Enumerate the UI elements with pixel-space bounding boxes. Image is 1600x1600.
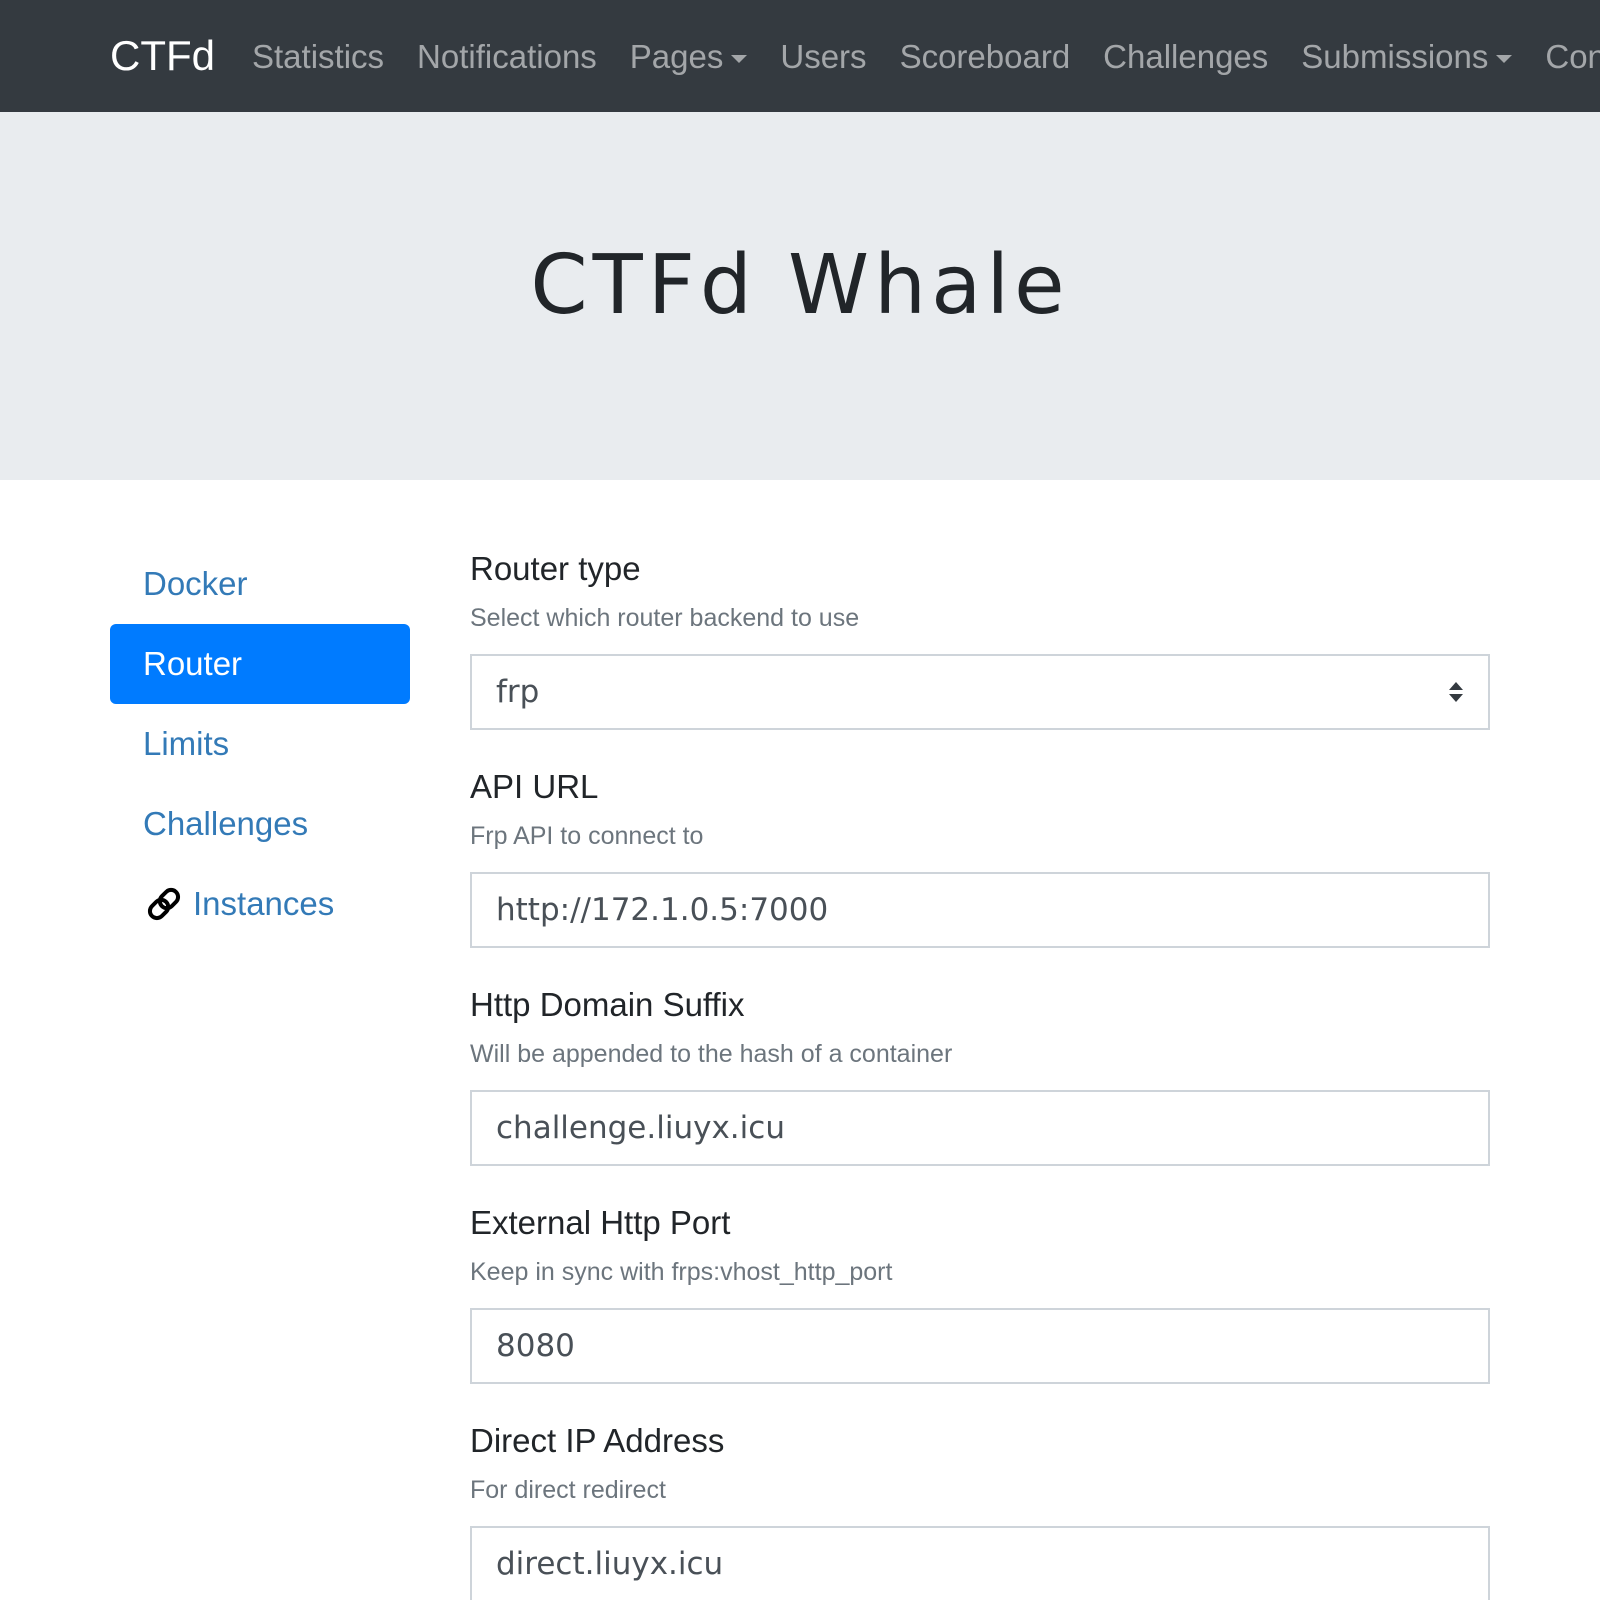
api-url-group: API URL Frp API to connect to http://172…: [470, 766, 1490, 984]
sidebar-item-label: Docker: [143, 565, 248, 602]
api-url-help: Frp API to connect to: [470, 822, 704, 850]
sidebar-item-label: Instances: [193, 885, 335, 922]
router-type-value: frp: [496, 674, 540, 710]
brand-link[interactable]: CTFd: [110, 32, 215, 80]
router-type-label: Router type: [470, 550, 641, 587]
nav-label: Scoreboard: [899, 38, 1071, 75]
router-type-group: Router type Select which router backend …: [470, 548, 1490, 766]
nav-scoreboard[interactable]: Scoreboard: [900, 36, 1071, 78]
direct-ip-label: Direct IP Address: [470, 1422, 725, 1459]
page-title: CTFd Whale: [530, 238, 1070, 333]
nav-label: Submissions: [1301, 38, 1489, 75]
caret-down-icon: [1496, 55, 1513, 63]
sidebar-item-challenges[interactable]: Challenges: [110, 784, 410, 864]
nav-submissions-dropdown[interactable]: Submissions: [1301, 36, 1513, 78]
sidebar-item-limits[interactable]: Limits: [110, 704, 410, 784]
router-settings-form: Router type Select which router backend …: [470, 548, 1490, 1600]
nav-label: Config: [1545, 38, 1600, 75]
sidebar-item-label: Limits: [143, 725, 230, 762]
caret-down-icon: [731, 55, 748, 63]
nav-label: Statistics: [252, 38, 385, 75]
select-arrows-icon: [1449, 682, 1463, 702]
router-type-help: Select which router backend to use: [470, 604, 860, 632]
external-http-port-group: External Http Port Keep in sync with frp…: [470, 1202, 1490, 1420]
settings-sidebar: Docker Router Limits Challenges Instance…: [110, 544, 410, 944]
sidebar-item-router[interactable]: Router: [110, 624, 410, 704]
sidebar-item-docker[interactable]: Docker: [110, 544, 410, 624]
http-domain-suffix-label: Http Domain Suffix: [470, 986, 745, 1023]
api-url-value: http://172.1.0.5:7000: [496, 892, 829, 928]
api-url-input[interactable]: http://172.1.0.5:7000: [470, 872, 1490, 948]
external-http-port-value: 8080: [496, 1328, 575, 1364]
direct-ip-help: For direct redirect: [470, 1476, 666, 1504]
nav-pages-dropdown[interactable]: Pages: [630, 36, 748, 78]
page-header: CTFd Whale: [0, 112, 1600, 480]
nav-menu: Statistics Notifications Pages Users Sco…: [252, 36, 1600, 78]
nav-users[interactable]: Users: [780, 36, 866, 78]
nav-statistics[interactable]: Statistics: [252, 36, 384, 78]
router-type-select[interactable]: frp: [470, 654, 1490, 730]
nav-label: Users: [780, 38, 867, 75]
http-domain-suffix-input[interactable]: challenge.liuyx.icu: [470, 1090, 1490, 1166]
direct-ip-group: Direct IP Address For direct redirect di…: [470, 1420, 1490, 1600]
nav-label: Pages: [629, 38, 724, 75]
http-domain-suffix-value: challenge.liuyx.icu: [496, 1110, 785, 1146]
nav-notifications[interactable]: Notifications: [417, 36, 597, 78]
direct-ip-value: direct.liuyx.icu: [496, 1546, 724, 1582]
top-navbar: CTFd Statistics Notifications Pages User…: [0, 0, 1600, 112]
nav-challenges[interactable]: Challenges: [1103, 36, 1268, 78]
http-domain-suffix-group: Http Domain Suffix Will be appended to t…: [470, 984, 1490, 1202]
nav-label: Challenges: [1103, 38, 1269, 75]
external-http-port-input[interactable]: 8080: [470, 1308, 1490, 1384]
nav-config[interactable]: Config: [1545, 36, 1600, 78]
http-domain-suffix-help: Will be appended to the hash of a contai…: [470, 1040, 953, 1068]
external-http-port-label: External Http Port: [470, 1204, 731, 1241]
sidebar-item-instances[interactable]: Instances: [110, 864, 410, 944]
external-http-port-help: Keep in sync with frps:vhost_http_port: [470, 1258, 893, 1286]
sidebar-item-label: Challenges: [143, 805, 309, 842]
nav-label: Notifications: [417, 38, 597, 75]
api-url-label: API URL: [470, 768, 599, 805]
direct-ip-input[interactable]: direct.liuyx.icu: [470, 1526, 1490, 1600]
sidebar-item-label: Router: [143, 645, 243, 682]
link-icon: [143, 883, 185, 925]
